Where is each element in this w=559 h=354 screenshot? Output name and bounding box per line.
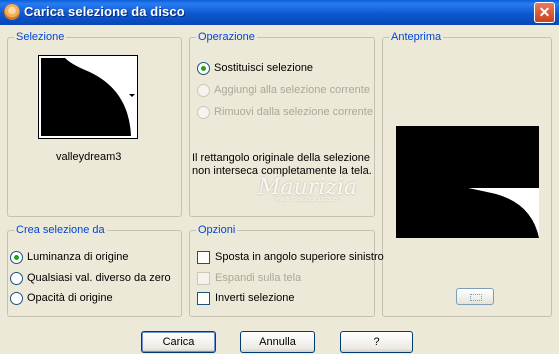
opzioni-group: Opzioni Sposta in angolo superiore sinis…	[189, 224, 384, 317]
radio-opacita[interactable]: Opacità di origine	[10, 290, 113, 306]
radio-button	[197, 105, 210, 119]
cancel-button[interactable]: Annulla	[240, 331, 315, 353]
checkbox[interactable]	[197, 291, 210, 305]
selection-thumbnail-dropdown[interactable]	[38, 55, 138, 139]
opzioni-group-label: Opzioni	[196, 224, 238, 236]
checkbox-label: Sposta in angolo superiore sinistro	[215, 251, 384, 263]
radio-qualsiasi-valore[interactable]: Qualsiasi val. diverso da zero	[10, 270, 171, 286]
app-icon	[4, 4, 20, 20]
radio-label: Luminanza di origine	[27, 251, 129, 263]
radio-button	[197, 83, 210, 97]
preview-image	[396, 126, 539, 238]
selection-file-name: valleydream3	[56, 151, 122, 163]
crea-selezione-group: Crea selezione da Luminanza di origine Q…	[7, 224, 182, 317]
radio-button[interactable]	[197, 61, 210, 75]
chevron-down-icon[interactable]	[129, 94, 135, 97]
check-sposta-angolo[interactable]: Sposta in angolo superiore sinistro	[197, 249, 384, 265]
checkbox-label: Espandi sulla tela	[215, 272, 302, 284]
checkbox-label: Inverti selezione	[215, 292, 295, 304]
checkbox[interactable]	[197, 250, 210, 264]
selection-thumbnail-image	[41, 58, 135, 136]
preview-zoom-button[interactable]	[456, 288, 494, 305]
radio-button[interactable]	[10, 271, 23, 285]
crea-selezione-group-label: Crea selezione da	[14, 224, 107, 236]
close-button[interactable]: ✕	[534, 2, 555, 23]
title-bar: Carica selezione da disco ✕	[0, 0, 559, 25]
anteprima-group-label: Anteprima	[389, 31, 444, 43]
check-inverti-selezione[interactable]: Inverti selezione	[197, 290, 295, 306]
radio-aggiungi-selezione: Aggiungi alla selezione corrente	[197, 82, 370, 98]
radio-button[interactable]	[10, 291, 23, 305]
radio-sostituisci-selezione[interactable]: Sostituisci selezione	[197, 60, 313, 76]
radio-rimuovi-selezione: Rimuovi dalla selezione corrente	[197, 104, 373, 120]
operazione-group-label: Operazione	[196, 31, 257, 43]
radio-luminanza[interactable]: Luminanza di origine	[10, 249, 129, 265]
radio-button[interactable]	[10, 250, 23, 264]
window-title: Carica selezione da disco	[24, 4, 185, 19]
radio-label: Qualsiasi val. diverso da zero	[27, 272, 171, 284]
radio-label: Rimuovi dalla selezione corrente	[214, 106, 373, 118]
selezione-group-label: Selezione	[14, 31, 67, 43]
radio-label: Opacità di origine	[27, 292, 113, 304]
operazione-message: Il rettangolo originale della selezione …	[192, 152, 372, 177]
check-espandi-tela: Espandi sulla tela	[197, 270, 301, 286]
help-button[interactable]: ?	[340, 331, 413, 353]
zoom-icon	[470, 294, 482, 301]
load-button[interactable]: Carica	[141, 331, 216, 353]
operazione-group: Operazione Sostituisci selezione Aggiung…	[189, 31, 375, 217]
radio-label: Sostituisci selezione	[214, 62, 314, 74]
radio-label: Aggiungi alla selezione corrente	[214, 84, 370, 96]
checkbox	[197, 271, 210, 285]
